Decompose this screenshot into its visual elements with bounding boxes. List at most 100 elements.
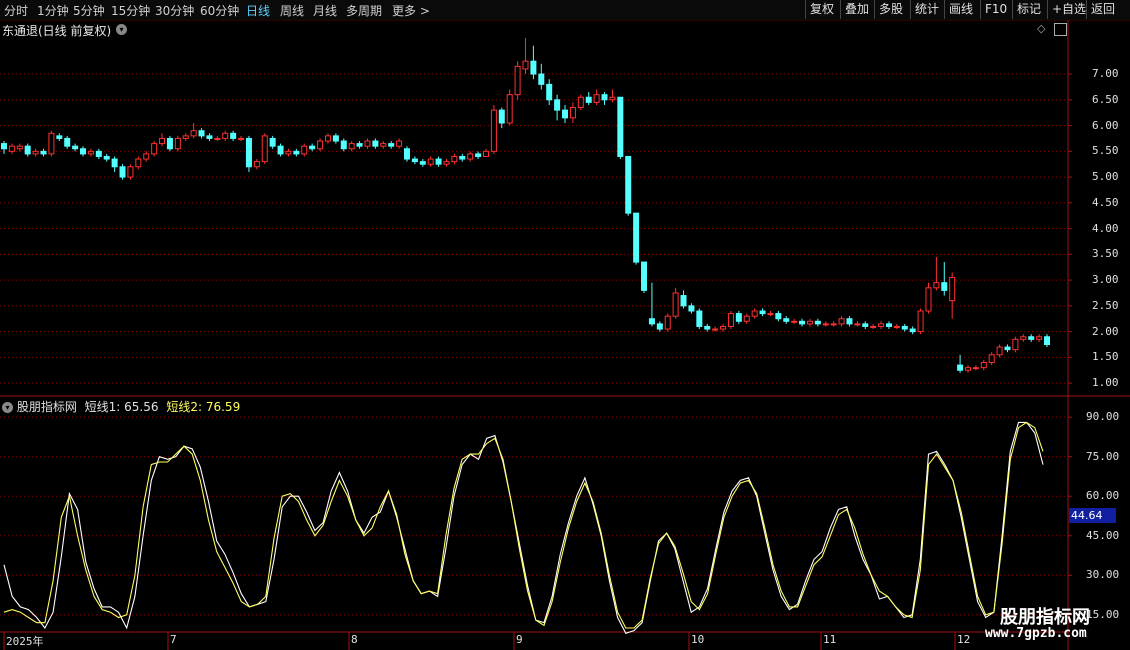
candle-body: [8, 145, 15, 152]
candle-body: [1012, 338, 1019, 351]
candle: [862, 321, 869, 330]
candle: [1028, 334, 1035, 342]
candle-body: [285, 150, 292, 155]
candle: [601, 92, 608, 105]
candle-body: [32, 150, 39, 155]
candle: [95, 148, 102, 160]
candle-body: [696, 310, 703, 327]
candle: [364, 138, 371, 149]
indicator-name[interactable]: 股朋指标网: [17, 400, 77, 414]
candle-body: [727, 313, 734, 327]
candle-body: [340, 140, 347, 150]
candle: [925, 282, 932, 314]
candle: [317, 138, 324, 152]
candle-body: [672, 292, 679, 317]
candle-body: [143, 153, 150, 160]
chevron-down-icon[interactable]: ▾: [2, 402, 13, 413]
candle-body: [95, 150, 102, 157]
candle-body: [791, 320, 798, 323]
candle: [372, 138, 379, 149]
candle-body: [617, 96, 624, 157]
candle: [791, 318, 798, 324]
candle: [783, 316, 790, 324]
candle-body: [467, 153, 474, 160]
candle-body: [664, 315, 671, 330]
candle-body: [103, 155, 110, 160]
candle: [435, 156, 442, 167]
candle-body: [806, 320, 813, 325]
candle-body: [830, 323, 837, 326]
candle-body: [80, 148, 87, 155]
candle: [285, 148, 292, 157]
candle-body: [238, 137, 245, 140]
candle-body: [585, 96, 592, 103]
candle: [1012, 336, 1019, 353]
candle: [293, 148, 300, 157]
candle: [253, 159, 260, 170]
candle-body: [846, 318, 853, 325]
candle-body: [554, 99, 561, 111]
candle-body: [577, 96, 584, 109]
candle: [72, 143, 79, 152]
candle-body: [380, 143, 387, 147]
candle-body: [980, 362, 987, 369]
candle: [356, 141, 363, 149]
candle: [238, 135, 245, 142]
candle: [569, 102, 576, 123]
candle: [585, 92, 592, 105]
candle: [909, 326, 916, 335]
candle: [166, 135, 173, 152]
candle-body: [419, 161, 426, 165]
candle-body: [609, 96, 616, 101]
candle-body: [356, 143, 363, 147]
candle-body: [48, 132, 55, 155]
candle-body: [206, 135, 213, 139]
indicator-tick-label: 45.00: [1086, 528, 1120, 542]
candle-body: [372, 140, 379, 147]
candle: [269, 135, 276, 149]
candle: [806, 318, 813, 327]
candle-body: [964, 367, 971, 371]
candle: [261, 133, 268, 165]
candle-body: [530, 60, 537, 75]
candle-body: [293, 150, 300, 155]
candle: [767, 311, 774, 317]
candle-body: [680, 295, 687, 307]
candle-body: [1028, 336, 1035, 340]
candle: [309, 143, 316, 152]
candle-body: [269, 137, 276, 147]
candle-body: [24, 145, 31, 155]
line1-value: 短线1: 65.56: [84, 400, 159, 414]
chart-canvas[interactable]: [0, 0, 1130, 650]
candle-body: [878, 323, 885, 327]
candle-body: [245, 137, 252, 168]
candle-body: [759, 310, 766, 315]
candle-body: [119, 166, 126, 178]
candle: [490, 104, 497, 154]
candle: [64, 135, 71, 149]
candle: [87, 148, 94, 157]
candle: [159, 133, 166, 147]
candle: [720, 323, 727, 332]
candle-body: [388, 143, 395, 147]
candle: [190, 122, 197, 139]
candle: [467, 151, 474, 162]
candle: [814, 318, 821, 327]
candle: [56, 133, 63, 142]
candle-body: [893, 325, 900, 328]
candle-body: [720, 325, 727, 330]
candle: [696, 308, 703, 330]
candle: [538, 63, 545, 90]
candle-body: [56, 135, 63, 139]
candle-body: [641, 261, 648, 291]
candle-body: [214, 137, 221, 140]
time-tick-label: 9: [516, 633, 523, 646]
candle-body: [862, 323, 869, 327]
candle-body: [767, 313, 774, 316]
candle: [530, 45, 537, 80]
indicator-line-2: [3, 421, 1044, 629]
candle-body: [1020, 336, 1027, 340]
candle-body: [838, 318, 845, 325]
candle: [245, 135, 252, 172]
candle: [727, 311, 734, 330]
